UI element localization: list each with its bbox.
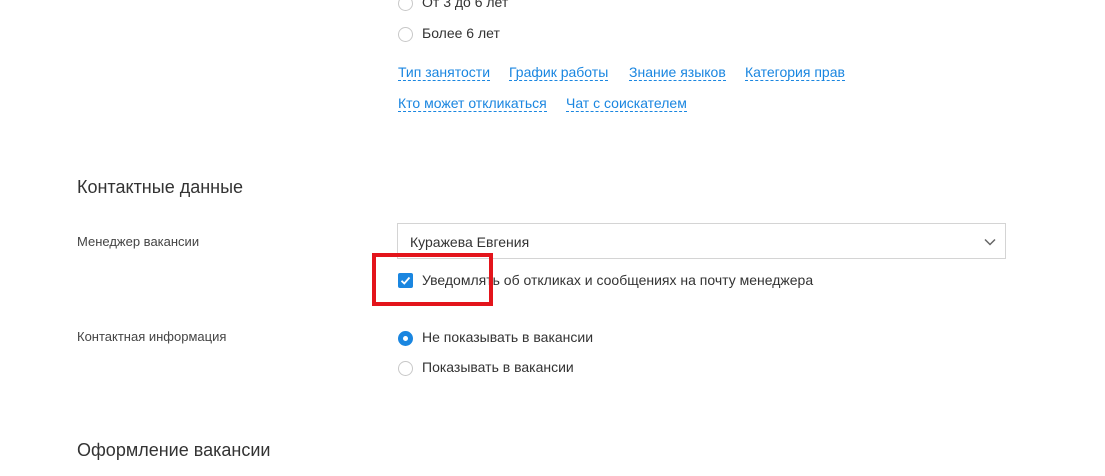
link-chat-with-applicant[interactable]: Чат с соискателем (566, 95, 687, 112)
link-work-schedule[interactable]: График работы (509, 64, 609, 81)
manager-select[interactable]: Куражева Евгения (397, 223, 1006, 259)
contact-show-label: Показывать в вакансии (422, 359, 574, 375)
experience-radio-6-plus[interactable] (398, 27, 413, 42)
link-who-can-apply[interactable]: Кто может откликаться (398, 95, 547, 112)
notify-label: Уведомлять об откликах и сообщениях на п… (422, 272, 814, 288)
link-languages[interactable]: Знание языков (629, 64, 726, 81)
contact-show-radio[interactable] (398, 361, 413, 376)
contacts-section-title: Контактные данные (77, 177, 244, 197)
manager-select-value: Куражева Евгения (410, 234, 530, 250)
contact-hide-radio[interactable] (398, 331, 413, 346)
link-employment-type[interactable]: Тип занятости (398, 64, 491, 81)
contact-hide-label: Не показывать в вакансии (422, 329, 594, 345)
design-section-title: Оформление вакансии (77, 440, 271, 460)
experience-radio-3-6[interactable] (398, 0, 413, 11)
experience-label-3-6: От 3 до 6 лет (422, 0, 509, 10)
experience-label-6-plus: Более 6 лет (422, 25, 500, 41)
chevron-down-icon (984, 238, 996, 246)
manager-label: Менеджер вакансии (77, 234, 200, 249)
checkmark-icon (400, 276, 411, 285)
notify-checkbox[interactable] (398, 273, 413, 288)
contact-info-label: Контактная информация (77, 329, 227, 344)
link-license-category[interactable]: Категория прав (745, 64, 845, 81)
